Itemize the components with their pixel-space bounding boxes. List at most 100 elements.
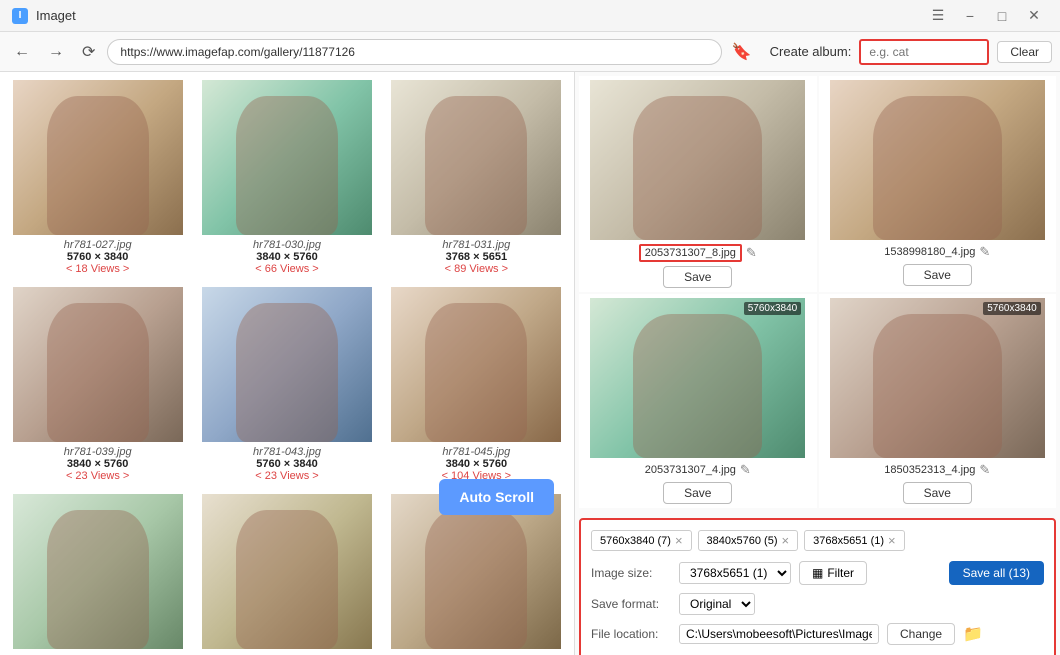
filter-tag-label-1: 5760x3840 (7) bbox=[600, 535, 671, 547]
image-views: < 23 Views > bbox=[253, 470, 321, 482]
image-size-select[interactable]: 3768x5651 (1)5760x3840 (7)3840x5760 (5) bbox=[679, 562, 791, 584]
image-size-label: Image size: bbox=[591, 566, 671, 580]
filter-tag-3[interactable]: 3768x5651 (1) × bbox=[804, 530, 905, 551]
auto-scroll-button[interactable]: Auto Scroll bbox=[439, 479, 554, 515]
image-dimensions: 3840 × 5760 bbox=[64, 458, 132, 470]
image-thumbnail[interactable] bbox=[391, 287, 561, 442]
right-panel: 2053731307_8.jpg ✎ Save 1538998180_4.jpg… bbox=[575, 72, 1060, 655]
edit-icon-3[interactable]: ✎ bbox=[740, 462, 751, 478]
change-button[interactable]: Change bbox=[887, 623, 955, 645]
clear-button[interactable]: Clear bbox=[997, 41, 1052, 63]
image-grid: hr781-027.jpg 5760 × 3840 < 18 Views > h… bbox=[0, 72, 574, 655]
image-meta: hr781-027.jpg 5760 × 3840 < 18 Views > bbox=[64, 239, 132, 275]
right-image-info-3: 2053731307_4.jpg ✎ bbox=[645, 462, 751, 478]
bookmark-button[interactable]: 🔖 bbox=[728, 38, 756, 66]
edit-icon-1[interactable]: ✎ bbox=[746, 245, 757, 261]
image-thumbnail[interactable] bbox=[391, 494, 561, 649]
image-thumbnail[interactable] bbox=[13, 494, 183, 649]
image-views: < 23 Views > bbox=[64, 470, 132, 482]
image-filename: hr781-039.jpg bbox=[64, 446, 132, 458]
edit-icon-2[interactable]: ✎ bbox=[979, 244, 990, 260]
image-dimensions: 3840 × 5760 bbox=[253, 251, 321, 263]
right-image-grid: 2053731307_8.jpg ✎ Save 1538998180_4.jpg… bbox=[575, 72, 1060, 512]
image-filename: hr781-043.jpg bbox=[253, 446, 321, 458]
file-location-input[interactable] bbox=[679, 624, 879, 644]
image-size-row: Image size: 3768x5651 (1)5760x3840 (7)38… bbox=[591, 561, 1044, 585]
filter-icon: ▦ bbox=[812, 566, 823, 580]
right-image-info-2: 1538998180_4.jpg ✎ bbox=[884, 244, 990, 260]
list-item: hr781-043.jpg 5760 × 3840 < 23 Views > bbox=[193, 283, 380, 488]
image-dimensions: 5760 × 3840 bbox=[64, 251, 132, 263]
filter-tag-1[interactable]: 5760x3840 (7) × bbox=[591, 530, 692, 551]
image-filename: hr781-030.jpg bbox=[253, 239, 321, 251]
remove-tag-icon-3[interactable]: × bbox=[888, 533, 896, 548]
minimize-button[interactable]: − bbox=[956, 6, 984, 26]
image-meta: hr781-043.jpg 5760 × 3840 < 23 Views > bbox=[253, 446, 321, 482]
remove-tag-icon-2[interactable]: × bbox=[782, 533, 790, 548]
image-dimensions: 3768 × 5651 bbox=[442, 251, 510, 263]
image-thumbnail[interactable] bbox=[202, 494, 372, 649]
edit-icon-4[interactable]: ✎ bbox=[979, 462, 990, 478]
list-item: 5760x3840 1850352313_4.jpg ✎ Save bbox=[819, 294, 1057, 508]
save-button-3[interactable]: Save bbox=[663, 482, 732, 504]
image-meta: hr781-031.jpg 3768 × 5651 < 89 Views > bbox=[442, 239, 510, 275]
close-button[interactable]: ✕ bbox=[1020, 6, 1048, 26]
back-button[interactable]: ← bbox=[8, 39, 36, 65]
right-image-thumbnail-3[interactable]: 5760x3840 bbox=[590, 298, 805, 458]
right-image-thumbnail-1[interactable] bbox=[590, 80, 805, 240]
image-views: < 66 Views > bbox=[253, 263, 321, 275]
list-item bbox=[193, 490, 380, 655]
list-item bbox=[4, 490, 191, 655]
left-panel: hr781-027.jpg 5760 × 3840 < 18 Views > h… bbox=[0, 72, 575, 655]
filter-tag-label-2: 3840x5760 (5) bbox=[707, 535, 778, 547]
filter-button-label: Filter bbox=[827, 566, 854, 580]
image-meta: hr781-030.jpg 3840 × 5760 < 66 Views > bbox=[253, 239, 321, 275]
image-thumbnail[interactable] bbox=[391, 80, 561, 235]
filter-tag-2[interactable]: 3840x5760 (5) × bbox=[698, 530, 799, 551]
hamburger-button[interactable]: ☰ bbox=[924, 6, 952, 26]
create-album-bar: Create album: Clear bbox=[770, 39, 1052, 65]
save-all-button[interactable]: Save all (13) bbox=[949, 561, 1044, 585]
image-thumbnail[interactable] bbox=[202, 80, 372, 235]
image-thumbnail[interactable] bbox=[13, 287, 183, 442]
save-format-select[interactable]: OriginalJPEGPNGWebP bbox=[679, 593, 755, 615]
filter-button[interactable]: ▦ Filter bbox=[799, 561, 867, 585]
list-item: hr781-027.jpg 5760 × 3840 < 18 Views > bbox=[4, 76, 191, 281]
image-meta: hr781-039.jpg 3840 × 5760 < 23 Views > bbox=[64, 446, 132, 482]
save-button-1[interactable]: Save bbox=[663, 266, 732, 288]
app-icon: I bbox=[12, 8, 28, 24]
save-button-2[interactable]: Save bbox=[903, 264, 972, 286]
image-thumbnail[interactable] bbox=[202, 287, 372, 442]
browser-bar: ← → ⟳ 🔖 Create album: Clear bbox=[0, 32, 1060, 72]
size-badge-4: 5760x3840 bbox=[983, 302, 1041, 315]
right-image-filename-2: 1538998180_4.jpg bbox=[884, 246, 975, 258]
image-dimensions: 5760 × 3840 bbox=[253, 458, 321, 470]
forward-button[interactable]: → bbox=[42, 39, 70, 65]
create-album-input[interactable] bbox=[859, 39, 989, 65]
save-format-row: Save format: OriginalJPEGPNGWebP bbox=[591, 593, 1044, 615]
create-album-label: Create album: bbox=[770, 44, 852, 59]
image-views: < 89 Views > bbox=[442, 263, 510, 275]
image-thumbnail[interactable] bbox=[13, 80, 183, 235]
title-bar: I Imaget ☰ − □ ✕ bbox=[0, 0, 1060, 32]
right-image-thumbnail-2[interactable] bbox=[830, 80, 1045, 240]
main-content: hr781-027.jpg 5760 × 3840 < 18 Views > h… bbox=[0, 72, 1060, 655]
list-item: hr781-045.jpg 3840 × 5760 < 104 Views > bbox=[383, 283, 570, 488]
maximize-button[interactable]: □ bbox=[988, 6, 1016, 26]
image-views: < 18 Views > bbox=[64, 263, 132, 275]
remove-tag-icon-1[interactable]: × bbox=[675, 533, 683, 548]
right-image-filename-1: 2053731307_8.jpg bbox=[639, 244, 742, 262]
image-filename: hr781-031.jpg bbox=[442, 239, 510, 251]
image-filename: hr781-027.jpg bbox=[64, 239, 132, 251]
right-image-thumbnail-4[interactable]: 5760x3840 bbox=[830, 298, 1045, 458]
list-item: 5760x3840 2053731307_4.jpg ✎ Save bbox=[579, 294, 817, 508]
refresh-button[interactable]: ⟳ bbox=[76, 38, 101, 66]
list-item: hr781-039.jpg 3840 × 5760 < 23 Views > bbox=[4, 283, 191, 488]
save-button-4[interactable]: Save bbox=[903, 482, 972, 504]
address-bar[interactable] bbox=[107, 39, 721, 65]
list-item: hr781-031.jpg 3768 × 5651 < 89 Views > bbox=[383, 76, 570, 281]
image-filename: hr781-045.jpg bbox=[442, 446, 512, 458]
app-title: Imaget bbox=[36, 8, 76, 23]
file-location-row: File location: Change 📁 bbox=[591, 623, 1044, 645]
right-image-info-4: 1850352313_4.jpg ✎ bbox=[884, 462, 990, 478]
